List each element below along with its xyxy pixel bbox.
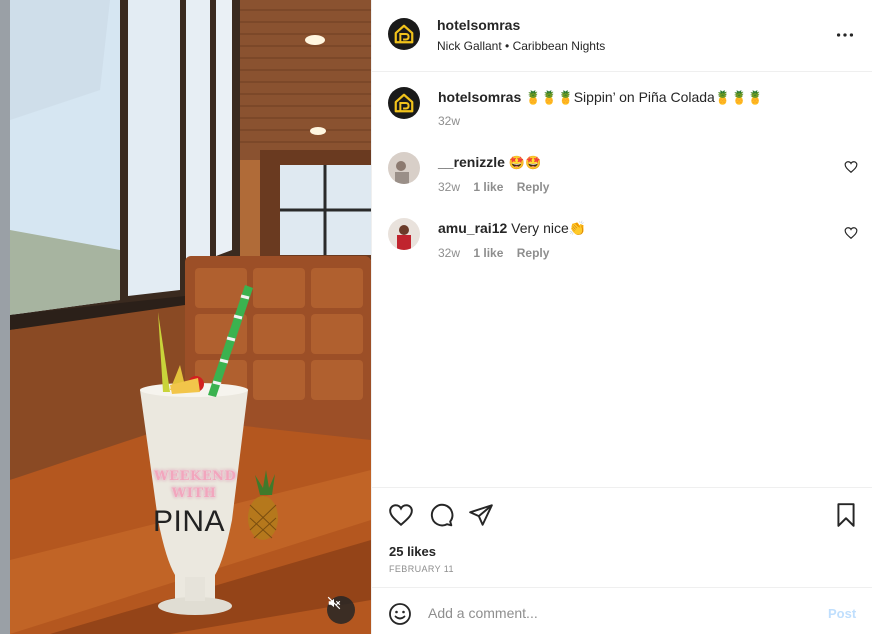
author-username[interactable]: hotelsomras — [437, 17, 520, 33]
caption-text: hotelsomras 🍍🍍🍍Sippin’ on Piña Colada🍍🍍🍍 — [438, 89, 763, 106]
mute-button[interactable] — [327, 596, 355, 624]
share-button[interactable] — [468, 502, 494, 528]
audio-attribution[interactable]: Nick Gallant • Caribbean Nights — [437, 39, 605, 53]
post-actions: 25 likes FEBRUARY 11 — [372, 487, 872, 587]
comment-like-count[interactable]: 1 like — [473, 246, 503, 260]
audio-track: Caribbean Nights — [512, 39, 606, 53]
comment-item: __renizzle 🤩🤩 32w 1 like Reply — [372, 152, 872, 212]
more-options-button[interactable] — [834, 24, 856, 46]
heart-icon — [389, 504, 413, 527]
caption-body: Sippin’ on Piña Colada — [573, 89, 715, 105]
comment-like-count[interactable]: 1 like — [473, 180, 503, 194]
comment-reply-button[interactable]: Reply — [517, 246, 550, 260]
overlay-line-with: WITH — [171, 486, 217, 501]
avatar-photo — [388, 152, 420, 184]
audio-separator: • — [505, 39, 510, 53]
more-horizontal-icon — [836, 33, 854, 37]
comment-username[interactable]: amu_rai12 — [438, 220, 507, 236]
add-comment-bar: Post — [372, 587, 872, 634]
caption-emoji-lead: 🍍🍍🍍 — [525, 91, 574, 106]
post-header: hotelsomras Nick Gallant • Caribbean Nig… — [372, 0, 872, 72]
overlay-line-weekend: WEEKEND — [154, 469, 237, 484]
post-details-panel: hotelsomras Nick Gallant • Caribbean Nig… — [371, 0, 872, 634]
caption-username[interactable]: hotelsomras — [438, 89, 521, 105]
like-button[interactable] — [388, 502, 414, 528]
hotel-logo-icon — [394, 93, 414, 113]
comment-body: Very nice👏 — [511, 220, 587, 236]
post-comment-button[interactable]: Post — [828, 606, 856, 621]
save-button[interactable] — [833, 502, 859, 528]
comment-text: amu_rai12 Very nice👏 — [438, 220, 586, 237]
comment-meta: 32w 1 like Reply — [438, 180, 559, 194]
comment-reply-button[interactable]: Reply — [517, 180, 550, 194]
speaker-muted-icon — [327, 596, 341, 610]
comment-input[interactable] — [428, 600, 808, 626]
media-text-overlay: WEEKEND WITH — [154, 468, 237, 502]
comment-username[interactable]: __renizzle — [438, 154, 505, 170]
caption-author-avatar[interactable] — [388, 87, 420, 119]
window-left-edge — [0, 0, 10, 634]
commenter-avatar[interactable] — [388, 218, 420, 250]
comment-item: amu_rai12 Very nice👏 32w 1 like Reply — [372, 218, 872, 278]
post-media[interactable]: WEEKEND WITH PINA — [10, 0, 371, 634]
comment-timestamp[interactable]: 32w — [438, 246, 460, 260]
caption-emoji-trail: 🍍🍍🍍 — [714, 91, 764, 106]
commenter-avatar[interactable] — [388, 152, 420, 184]
likes-count[interactable]: 25 likes — [389, 544, 436, 559]
caption-timestamp[interactable]: 32w — [438, 114, 460, 128]
emoji-picker-button[interactable] — [388, 602, 412, 626]
hotel-logo-icon — [394, 24, 414, 44]
heart-icon — [844, 227, 858, 240]
paper-plane-icon — [469, 504, 493, 526]
heart-icon — [844, 161, 858, 174]
comment-bubble-icon — [430, 503, 454, 527]
comment-body: 🤩🤩 — [508, 156, 542, 171]
smiley-icon — [389, 603, 411, 625]
comment-meta: 32w 1 like Reply — [438, 246, 559, 260]
comment-text: __renizzle 🤩🤩 — [438, 154, 541, 171]
overlay-line-pina: PINA — [153, 505, 226, 538]
avatar-photo — [388, 218, 420, 250]
comment-like-button[interactable] — [844, 160, 858, 174]
comment-button[interactable] — [428, 502, 454, 528]
post-date[interactable]: FEBRUARY 11 — [389, 564, 454, 574]
comment-like-button[interactable] — [844, 226, 858, 240]
author-avatar[interactable] — [388, 18, 420, 50]
comment-timestamp[interactable]: 32w — [438, 180, 460, 194]
audio-artist: Nick Gallant — [437, 39, 502, 53]
bookmark-icon — [837, 503, 855, 527]
